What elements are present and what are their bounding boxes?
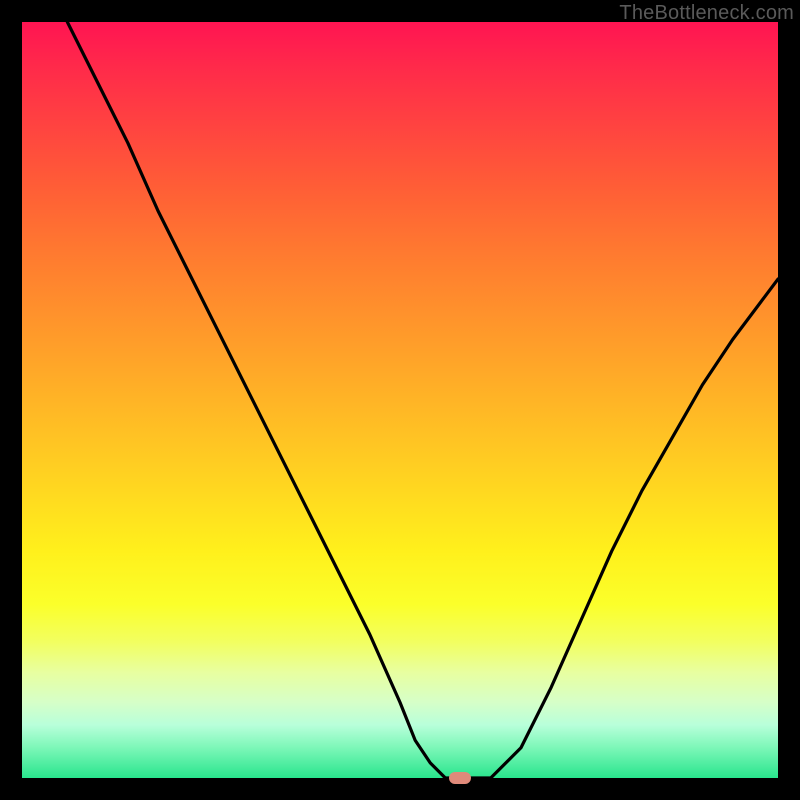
chart-stage: TheBottleneck.com xyxy=(0,0,800,800)
plot-area xyxy=(22,22,778,778)
bottleneck-curve xyxy=(22,22,778,778)
attribution-text: TheBottleneck.com xyxy=(619,2,794,25)
optimal-marker xyxy=(449,772,471,784)
